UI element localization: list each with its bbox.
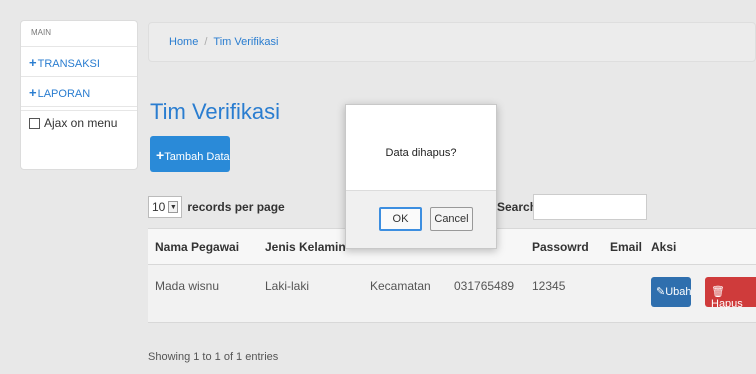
ajax-on-menu-label: Ajax on menu — [44, 116, 118, 130]
sidebar-item-laporan[interactable]: +LAPORAN — [21, 77, 137, 107]
table-info: Showing 1 to 1 of 1 entries — [148, 351, 279, 363]
edit-label: Ubah — [665, 286, 692, 298]
cell-3: Kecamatan — [370, 279, 431, 293]
cell-4: 031765489 — [454, 279, 515, 293]
delete-label: Hapus — [711, 298, 743, 310]
add-data-button[interactable]: +Tambah Data — [150, 136, 230, 172]
sidebar-item-label: LAPORAN — [37, 88, 91, 100]
plus-icon: + — [156, 147, 165, 163]
column-header-jenis-kelamin[interactable]: Jenis Kelamin — [265, 229, 346, 254]
dialog-message: Data dihapus? — [385, 147, 457, 159]
records-label: records per page — [187, 200, 285, 214]
breadcrumb-home[interactable]: Home — [169, 36, 198, 48]
confirm-dialog: Data dihapus? OK Cancel — [345, 104, 497, 249]
checkbox-icon[interactable] — [29, 117, 40, 129]
plus-icon: + — [29, 55, 37, 70]
breadcrumb-separator: / — [204, 36, 208, 48]
records-select[interactable]: 10 ▼ — [148, 196, 183, 218]
page-title: Tim Verifikasi — [150, 99, 280, 124]
cell-passowrd: 12345 — [532, 279, 566, 293]
dialog-footer: OK Cancel — [346, 190, 496, 248]
add-data-label: Tambah Data — [164, 151, 230, 163]
cell-nama-pegawai: Mada wisnu — [155, 279, 220, 293]
ajax-on-menu-toggle[interactable]: Ajax on menu — [21, 107, 137, 133]
edit-button[interactable]: ✎Ubah — [651, 277, 692, 307]
sidebar-item-transaksi[interactable]: +TRANSAKSI — [21, 47, 137, 77]
edit-icon: ✎ — [656, 286, 666, 298]
cell-jenis-kelamin: Laki-laki — [265, 279, 310, 293]
chevron-down-icon: ▼ — [168, 201, 179, 213]
cancel-button[interactable]: Cancel — [430, 207, 473, 231]
plus-icon: + — [29, 85, 37, 100]
search-input[interactable] — [533, 194, 647, 220]
trash-icon: 🗑 — [711, 286, 725, 298]
breadcrumb: Home / Tim Verifikasi — [148, 22, 756, 62]
delete-button[interactable]: 🗑Hapus — [705, 277, 756, 310]
sidebar-header: MAIN — [21, 21, 137, 47]
records-per-page: 10 ▼ records per page — [148, 196, 285, 218]
records-select-value: 10 — [152, 200, 166, 214]
sidebar: MAIN +TRANSAKSI +LAPORAN Ajax on menu — [20, 20, 138, 170]
column-header-email[interactable]: Email — [610, 229, 642, 254]
ok-button[interactable]: OK — [379, 207, 422, 231]
breadcrumb-current[interactable]: Tim Verifikasi — [213, 36, 278, 48]
table-row: Mada wisnu Laki-laki Kecamatan 031765489… — [148, 265, 756, 323]
sidebar-item-label: TRANSAKSI — [37, 58, 100, 70]
column-header-aksi: Aksi — [651, 240, 677, 254]
column-header-passowrd[interactable]: Passowrd — [532, 229, 589, 254]
column-header-nama-pegawai[interactable]: Nama Pegawai — [155, 229, 239, 254]
